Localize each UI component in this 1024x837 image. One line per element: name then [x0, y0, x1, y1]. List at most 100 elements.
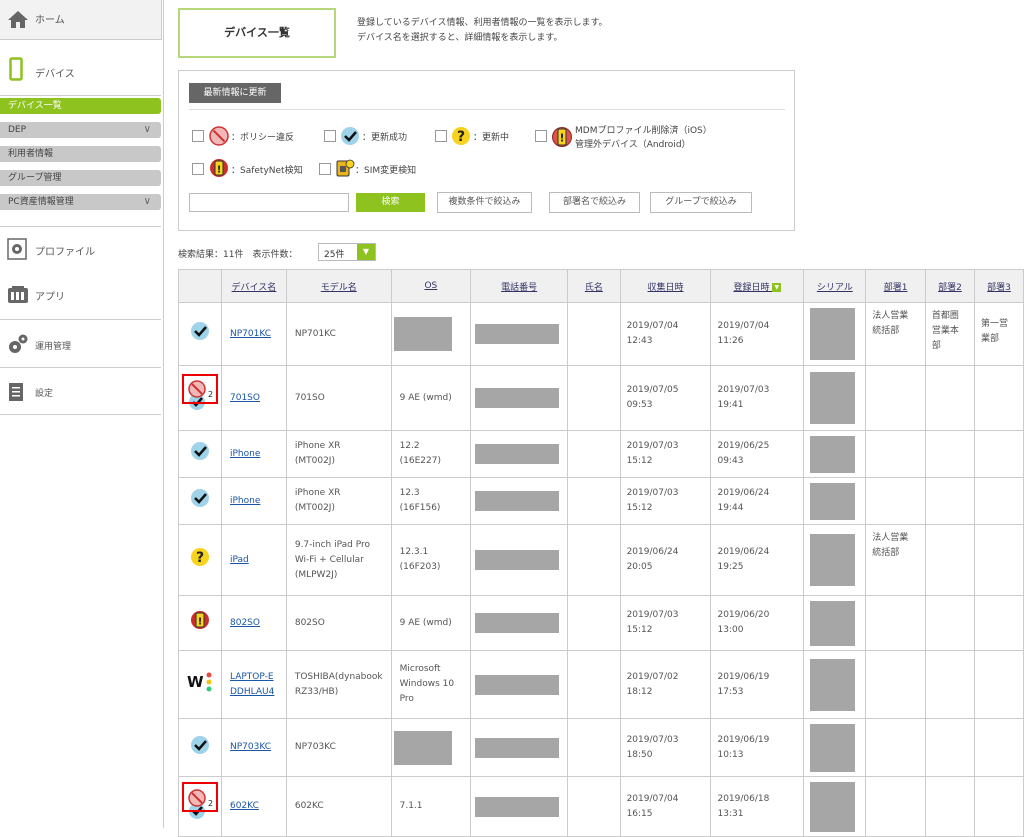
result-count: 検索結果：11件 表示件数： — [178, 250, 298, 260]
question-updating-icon: ? — [452, 127, 470, 145]
nav-admin-label: 運用管理 — [35, 342, 72, 352]
masked-serial — [810, 781, 856, 832]
dept3-cell — [974, 595, 1024, 651]
device-name-link[interactable]: 602KC — [230, 801, 259, 811]
column-header[interactable]: デバイス名 — [221, 269, 287, 303]
collected-date: 2019/07/04 — [626, 321, 679, 331]
device-name-link[interactable]: LAPTOP-E — [230, 672, 274, 682]
model-cell: NP703KC — [285, 718, 392, 777]
collected-date: 2019/07/03 — [626, 441, 679, 451]
nav-app[interactable]: アプリ — [0, 271, 161, 320]
filter-mdm-checkbox[interactable] — [535, 130, 547, 142]
nav-profile[interactable]: プロファイル — [0, 226, 161, 272]
group-filter-button[interactable]: グループで絞込み — [650, 192, 752, 213]
masked-serial — [810, 435, 856, 473]
device-name-link[interactable]: iPhone — [230, 496, 260, 506]
dept3-cell — [974, 650, 1024, 719]
nav-profile-label: プロファイル — [35, 247, 95, 258]
dept1-cell: 法人営業統括部 — [865, 524, 926, 596]
table-row[interactable]: 2 701SO 701SO 9 AE (wmd) 2019/07/05 09:53 2019… — [178, 365, 1024, 431]
filter-success-checkbox[interactable] — [324, 130, 336, 142]
table-row[interactable]: iPhone iPhone XR (MT002J) 12.2 (16E227) 201… — [178, 430, 1024, 478]
sidebar-item-user-info[interactable]: 利用者情報 — [0, 146, 161, 162]
registered-date: 2019/07/03 — [717, 385, 770, 395]
dept2-cell — [924, 718, 976, 777]
registered-time: 19:25 — [717, 562, 744, 572]
admin-gears-icon — [9, 334, 28, 353]
per-page-select[interactable]: 25件 ▼ — [318, 243, 376, 261]
nav-home[interactable]: ホーム — [0, 0, 162, 40]
safetynet-alert-icon: ! — [191, 611, 209, 629]
column-header[interactable]: OS — [390, 269, 472, 303]
column-header[interactable]: シリアル — [803, 269, 867, 303]
column-header[interactable]: 部署2 — [924, 269, 976, 303]
device-name-link[interactable]: 802SO — [230, 618, 260, 628]
column-header[interactable]: 電話番号 — [470, 269, 569, 303]
smartphone-icon — [9, 57, 23, 81]
column-header[interactable]: モデル名 — [285, 269, 392, 303]
chevron-down-icon: ∨ — [143, 196, 151, 207]
dept2-cell: 首都圏営業本部 — [924, 302, 976, 366]
status-cell: 2 — [178, 365, 222, 431]
user-name-cell — [567, 302, 621, 366]
masked-phone — [475, 491, 560, 511]
table-row[interactable]: W LAPTOP-E DDHLAU4 TOSHIBA(dynabook RZ33/HB… — [178, 650, 1024, 719]
table-row[interactable]: ! 802SO 802SO 9 AE (wmd) 2019/07/03 15:12 2019… — [178, 595, 1024, 651]
department-filter-button[interactable]: 部署名で絞込み — [549, 192, 640, 213]
filter-updating-checkbox[interactable] — [435, 130, 447, 142]
filter-sim-checkbox[interactable] — [319, 163, 331, 175]
column-header[interactable]: 収集日時 — [619, 269, 712, 303]
os-cell: 9 AE (wmd) — [390, 365, 472, 431]
column-header-registered[interactable]: 登録日時 ▼ — [710, 269, 805, 303]
sidebar-item-pc-assets[interactable]: PC資産情報管理 ∨ — [0, 194, 161, 210]
device-name-cell: NP703KC — [221, 718, 287, 777]
masked-os — [393, 730, 452, 765]
device-name-link[interactable]: NP701KC — [230, 329, 271, 339]
model-cell: 701SO — [285, 365, 392, 431]
registered-date: 2019/06/18 — [717, 793, 770, 804]
sidebar-item-dep[interactable]: DEP ∨ — [0, 122, 161, 138]
dept2-cell — [924, 524, 976, 596]
masked-serial — [810, 482, 856, 520]
highlight-frame — [182, 374, 218, 404]
search-input[interactable] — [189, 193, 349, 212]
check-success-icon — [191, 735, 209, 754]
collected-date: 2019/07/03 — [626, 734, 679, 745]
dept2-cell — [924, 430, 976, 478]
model-cell: iPhone XR (MT002J) — [285, 477, 392, 525]
dept1-cell — [865, 477, 926, 525]
mdm-removed-icon: ! — [552, 127, 572, 147]
user-name-cell — [567, 595, 621, 651]
device-name-link-line2[interactable]: DDHLAU4 — [230, 687, 274, 697]
search-button[interactable]: 検索 — [356, 193, 425, 212]
filter-safetynet-checkbox[interactable] — [192, 163, 204, 175]
safetynet-alert-icon: ! — [210, 159, 228, 177]
collected-at-cell: 2019/07/02 18:12 — [619, 650, 712, 719]
nav-settings[interactable]: 設定 — [0, 368, 161, 415]
refresh-button[interactable]: 最新情報に更新 — [189, 83, 281, 103]
page-description: 登録しているデバイス情報、利用者情報の一覧を表示します。 デバイス名を選択すると… — [357, 16, 608, 46]
device-name-link[interactable]: 701SO — [230, 393, 260, 403]
registered-time: 19:44 — [717, 503, 744, 513]
column-header[interactable]: 氏名 — [567, 269, 621, 303]
phone-cell — [470, 430, 569, 478]
table-row[interactable]: NP701KC NP701KC 2019/07/04 12:43 2019/07/04 1… — [178, 302, 1024, 366]
sidebar-item-group[interactable]: グループ管理 — [0, 170, 161, 186]
nav-admin[interactable]: 運用管理 — [0, 320, 161, 368]
sidebar-item-label: DEP — [8, 125, 27, 135]
device-name-link[interactable]: NP703KC — [230, 742, 271, 752]
column-header[interactable]: 部署1 — [865, 269, 926, 303]
masked-serial — [810, 723, 856, 772]
column-header[interactable]: 部署3 — [974, 269, 1024, 303]
sidebar-item-device-list[interactable]: デバイス一覧 — [0, 98, 161, 114]
table-row[interactable]: iPhone iPhone XR (MT002J) 12.3 (16F156) 201… — [178, 477, 1024, 525]
device-name-link[interactable]: iPhone — [230, 449, 260, 459]
device-table: デバイス名 モデル名 OS 電話番号 氏名 収集日時 登録日時 ▼ シリアル 部… — [178, 269, 1024, 837]
table-row[interactable]: NP703KC NP703KC 2019/07/03 18:50 2019/06/19 1… — [178, 718, 1024, 777]
multi-condition-filter-button[interactable]: 複数条件で絞込み — [437, 192, 532, 213]
filter-policy-checkbox[interactable] — [192, 130, 204, 142]
nav-device[interactable]: デバイス — [0, 40, 161, 96]
table-row[interactable]: ? iPad 9.7-inch iPad Pro Wi-Fi + Cellular … — [178, 524, 1024, 596]
device-name-link[interactable]: iPad — [230, 555, 249, 565]
sim-change-icon — [336, 159, 355, 177]
